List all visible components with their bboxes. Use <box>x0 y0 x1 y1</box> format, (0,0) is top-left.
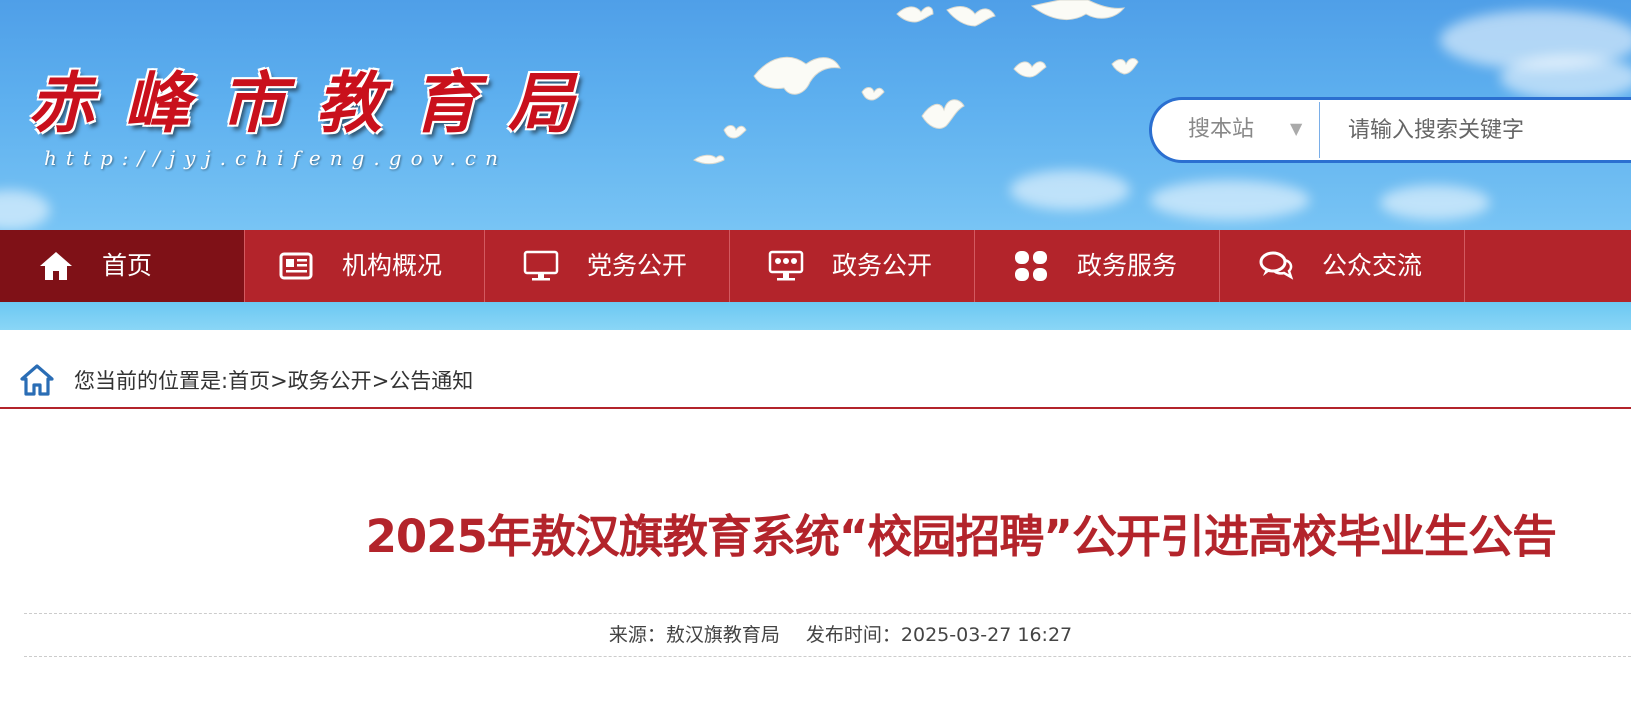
nav-item-government-affairs[interactable]: 政务公开 <box>730 230 975 302</box>
breadcrumb-separator: > <box>371 369 390 393</box>
nav-item-label: 机构概况 <box>342 251 443 280</box>
source-label: 来源： <box>608 624 666 646</box>
nav-item-about[interactable]: 机构概况 <box>240 230 485 302</box>
meta-divider-top <box>24 613 1631 614</box>
breadcrumb-separator: > <box>270 369 288 393</box>
nav-item-services[interactable]: 政务服务 <box>975 230 1220 302</box>
board-icon <box>768 250 804 281</box>
breadcrumb-link-home[interactable]: 首页 <box>228 369 270 393</box>
dove-icon <box>753 56 841 95</box>
cloud-decoration <box>1010 170 1130 210</box>
search-input[interactable] <box>1328 106 1631 154</box>
cloud-decoration <box>1500 55 1631 100</box>
article-meta: 来源：敖汉旗教育局 发布时间：2025-03-27 16:27 <box>0 620 1631 647</box>
main-nav: 首页 机构概况 党务公开 政务公开 政务服务 公众交流 <box>0 230 1631 302</box>
newspaper-icon <box>279 252 313 280</box>
nav-item-public-exchange[interactable]: 公众交流 <box>1220 230 1465 302</box>
breadcrumb-prefix: 您当前的位置是: <box>74 369 229 393</box>
search-scope-select[interactable]: 搜本站 <box>1188 100 1254 160</box>
site-url: http://jyj.chifeng.gov.cn <box>44 146 507 170</box>
nav-item-label: 政务服务 <box>1077 251 1178 280</box>
cloud-decoration <box>1380 185 1490 220</box>
home-icon <box>20 364 54 396</box>
breadcrumb-text: 您当前的位置是:首页>政务公开>公告通知 <box>74 365 473 395</box>
nav-item-home[interactable]: 首页 <box>0 230 245 302</box>
nav-item-party-affairs[interactable]: 党务公开 <box>485 230 730 302</box>
nav-item-label: 党务公开 <box>587 251 688 280</box>
dove-icon <box>693 154 725 165</box>
nav-item-label: 政务公开 <box>832 251 933 280</box>
chat-icon <box>1259 251 1294 280</box>
dove-icon <box>1111 58 1139 75</box>
meta-divider-bottom <box>24 656 1631 657</box>
chevron-down-icon[interactable]: ▼ <box>1290 100 1302 160</box>
site-logo[interactable]: 赤峰市教育局 <box>28 50 604 146</box>
nav-item-label: 首页 <box>102 251 153 280</box>
dove-icon <box>861 87 885 101</box>
breadcrumb: 您当前的位置是:首页>政务公开>公告通知 <box>0 345 1631 409</box>
monitor-icon <box>523 250 559 281</box>
dove-icon <box>921 99 965 129</box>
nav-item-label: 公众交流 <box>1322 251 1423 280</box>
dove-icon <box>896 6 934 23</box>
nav-decorative-strip <box>0 302 1631 330</box>
dove-icon <box>723 125 747 139</box>
dove-icon <box>1013 61 1047 78</box>
dove-icon <box>946 6 996 27</box>
grid-icon <box>1015 251 1047 281</box>
article-title: 2025年敖汉旗教育系统“校园招聘”公开引进高校毕业生公告 <box>365 510 1557 563</box>
home-icon <box>40 252 72 280</box>
cloud-decoration <box>1150 180 1310 220</box>
search-divider <box>1319 102 1320 158</box>
dove-icon <box>1030 0 1126 21</box>
header-banner: 赤峰市教育局 http://jyj.chifeng.gov.cn 搜本站 ▼ <box>0 0 1631 230</box>
publish-time-label: 发布时间： <box>805 624 901 646</box>
breadcrumb-link-notices[interactable]: 公告通知 <box>389 369 473 393</box>
source-value: 敖汉旗教育局 <box>665 624 780 646</box>
cloud-decoration <box>0 190 50 230</box>
search-box: 搜本站 ▼ <box>1149 97 1631 163</box>
breadcrumb-link-government-affairs[interactable]: 政务公开 <box>288 369 372 393</box>
publish-time-value: 2025-03-27 16:27 <box>900 624 1073 646</box>
